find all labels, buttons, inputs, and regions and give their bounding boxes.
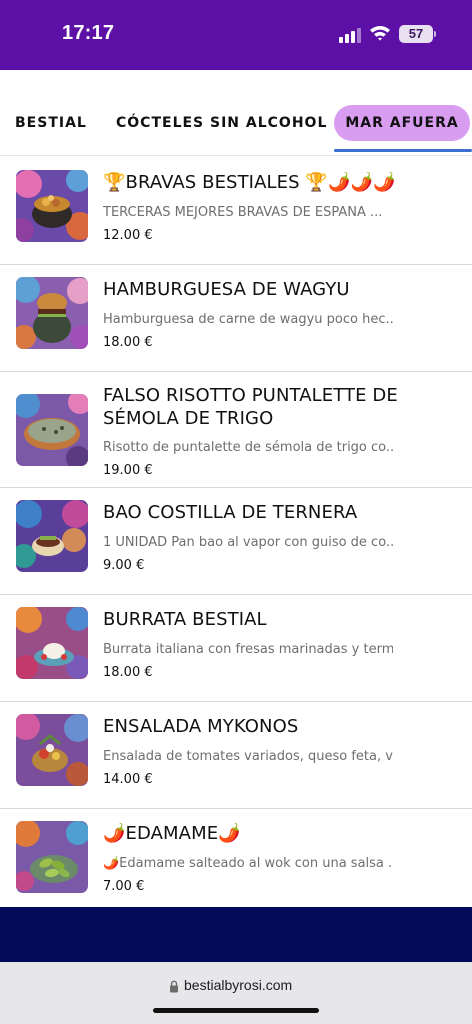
bravas-photo-icon (16, 170, 88, 242)
risotto-photo-icon (16, 394, 88, 466)
item-price: 19.00 € (103, 463, 153, 478)
lock-icon (169, 978, 179, 997)
item-description: Burrata italiana con fresas marinadas y … (103, 642, 393, 657)
list-item[interactable]: BAO COSTILLA DE TERNERA 1 UNIDAD Pan bao… (0, 488, 472, 595)
tab-mar-afuera[interactable]: MAR AFUERA (334, 105, 470, 141)
cellular-signal-icon (339, 27, 361, 43)
category-tabs: BESTIAL CÓCTELES SIN ALCOHOL MAR AFUERA (0, 70, 472, 156)
item-description: 🌶️Edamame salteado al wok con una salsa … (103, 856, 393, 871)
home-indicator[interactable] (153, 1008, 319, 1013)
item-name: ENSALADA MYKONOS (103, 716, 299, 737)
list-item[interactable]: 🌶️EDAMAME🌶️ 🌶️Edamame salteado al wok co… (0, 809, 472, 907)
item-description: Hamburguesa de carne de wagyu poco hec..… (103, 312, 393, 327)
status-time: 17:17 (62, 22, 115, 44)
url-text[interactable]: bestialbyrosi.com (184, 977, 292, 993)
active-tab-indicator (334, 149, 472, 152)
bao-photo-icon (16, 500, 88, 572)
item-description: Ensalada de tomates variados, queso feta… (103, 749, 393, 764)
list-item[interactable]: BURRATA BESTIAL Burrata italiana con fre… (0, 595, 472, 702)
item-price: 18.00 € (103, 665, 153, 680)
salad-photo-icon (16, 714, 88, 786)
item-description: Risotto de puntalette de sémola de trigo… (103, 440, 393, 455)
item-name: FALSO RISOTTO PUNTALETTE DE SÉMOLA DE TR… (103, 385, 398, 429)
list-item[interactable]: HAMBURGUESA DE WAGYU Hamburguesa de carn… (0, 265, 472, 372)
item-price: 9.00 € (103, 558, 145, 573)
item-price: 7.00 € (103, 879, 145, 894)
list-item[interactable]: FALSO RISOTTO PUNTALETTE DE SÉMOLA DE TR… (0, 372, 472, 488)
item-name: BURRATA BESTIAL (103, 609, 267, 630)
tab-cocteles-sin-alcohol[interactable]: CÓCTELES SIN ALCOHOL (116, 115, 327, 131)
item-name: HAMBURGUESA DE WAGYU (103, 279, 350, 300)
item-name: 🏆BRAVAS BESTIALES 🏆🌶️🌶️🌶️ (103, 172, 396, 193)
edamame-photo-icon (16, 821, 88, 893)
wifi-icon (369, 24, 391, 46)
battery-tip (434, 31, 436, 37)
burger-photo-icon (16, 277, 88, 349)
item-name: BAO COSTILLA DE TERNERA (103, 502, 358, 523)
status-bar: 17:17 57 (0, 0, 472, 70)
item-description: 1 UNIDAD Pan bao al vapor con guiso de c… (103, 535, 393, 550)
list-item[interactable]: ENSALADA MYKONOS Ensalada de tomates var… (0, 702, 472, 809)
browser-url-bar[interactable]: bestialbyrosi.com (0, 962, 472, 1024)
item-description: TERCERAS MEJORES BRAVAS DE ESPAÑA ... (103, 205, 383, 220)
item-price: 18.00 € (103, 335, 153, 350)
item-name: 🌶️EDAMAME🌶️ (103, 823, 241, 844)
tab-bestial[interactable]: BESTIAL (15, 115, 87, 131)
item-price: 14.00 € (103, 772, 153, 787)
list-item[interactable]: 🏆BRAVAS BESTIALES 🏆🌶️🌶️🌶️ TERCERAS MEJOR… (0, 158, 472, 265)
item-price: 12.00 € (103, 228, 153, 243)
burrata-photo-icon (16, 607, 88, 679)
battery-icon: 57 (399, 25, 433, 43)
footer-band (0, 907, 472, 962)
